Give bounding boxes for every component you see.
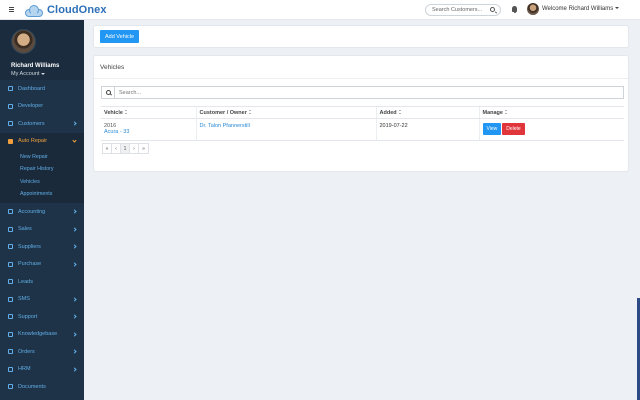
logo-text: CloudOnex (47, 3, 107, 16)
table-header-row: Vehicle Customer / Owner Added Manage (101, 106, 624, 119)
sort-icon (248, 110, 252, 114)
welcome-text: Welcome Richard Williams (542, 6, 614, 12)
sidebar-item-purchase[interactable]: Purchase (0, 256, 84, 274)
chevron-right-icon (72, 314, 77, 319)
chevron-down-icon (615, 7, 620, 10)
sidebar-item-dashboard[interactable]: Dashboard (0, 80, 84, 98)
sidebar-item-suppliers[interactable]: Suppliers (0, 238, 84, 256)
column-header-vehicle[interactable]: Vehicle (101, 106, 196, 119)
chevron-right-icon (72, 297, 77, 302)
column-header-added[interactable]: Added (375, 106, 479, 119)
book-icon (8, 331, 13, 337)
sidebar-item-orders[interactable]: Orders (0, 343, 84, 361)
sidebar-menu: Dashboard Developer Customers Auto Repai… (0, 80, 84, 396)
top-bar: CloudOnex Search Customers... Welcome Ri… (0, 0, 640, 20)
divider (94, 78, 628, 79)
chevron-down-icon (41, 72, 46, 75)
dashboard-icon (8, 86, 13, 92)
pager-next[interactable]: › (130, 144, 139, 153)
vehicle-link[interactable]: Acura - 33 (104, 129, 129, 135)
sort-icon (124, 110, 128, 114)
submenu-new-repair[interactable]: New Repair (0, 151, 84, 163)
pager-first[interactable]: « (103, 144, 112, 153)
sort-icon (504, 110, 508, 114)
vehicles-card: Vehicles Search... Vehicle Customer / Ow… (93, 55, 629, 172)
sidebar-item-developer[interactable]: Developer (0, 98, 84, 116)
chevron-right-icon (72, 121, 77, 126)
submenu-repair-history[interactable]: Repair History (0, 163, 84, 175)
table-search-placeholder: Search... (119, 89, 142, 96)
chevron-right-icon (72, 332, 77, 337)
column-header-owner[interactable]: Customer / Owner (195, 106, 376, 119)
delete-button[interactable]: Delete (502, 123, 525, 135)
customer-search-placeholder: Search Customers... (432, 7, 483, 13)
owner-link[interactable]: Dr. Talon Pfannerstill (200, 123, 250, 129)
table-row: 2016 Acura - 33 Dr. Talon Pfannerstill 2… (101, 118, 624, 141)
owner-cell: Dr. Talon Pfannerstill (195, 118, 376, 141)
app-logo[interactable]: CloudOnex (23, 3, 107, 17)
search-icon (102, 87, 115, 98)
sidebar-profile: Richard Williams My Account (0, 20, 84, 80)
code-icon (8, 103, 13, 109)
chevron-right-icon (72, 244, 77, 249)
chevron-right-icon (72, 349, 77, 354)
sidebar-item-support[interactable]: Support (0, 308, 84, 326)
sort-icon (398, 110, 402, 114)
pager-last[interactable]: » (139, 144, 148, 153)
user-avatar[interactable] (527, 3, 539, 15)
sidebar-item-customers[interactable]: Customers (0, 115, 84, 133)
search-icon[interactable] (490, 7, 495, 12)
cart-icon (8, 226, 13, 232)
bell-icon[interactable] (512, 6, 517, 13)
actions-card: Add Vehicle (93, 25, 629, 48)
bag-icon (8, 261, 13, 267)
chevron-down-icon (72, 137, 77, 143)
car-icon (8, 138, 13, 144)
sidebar-item-hrm[interactable]: HRM (0, 361, 84, 379)
bank-icon (8, 209, 13, 215)
users-icon (8, 121, 13, 127)
sidebar-item-knowledgebase[interactable]: Knowledgebase (0, 326, 84, 344)
menu-toggle-icon[interactable] (9, 7, 21, 12)
manage-cell: View Delete (478, 118, 624, 141)
user-menu[interactable]: Welcome Richard Williams (542, 6, 620, 12)
mail-icon (8, 296, 13, 302)
pagination: « ‹ 1 › » (102, 143, 149, 154)
pager-prev[interactable]: ‹ (112, 144, 121, 153)
lifebuoy-icon (8, 314, 13, 320)
profile-avatar[interactable] (11, 29, 36, 54)
chevron-right-icon (72, 227, 77, 232)
chevron-right-icon (72, 209, 77, 214)
profile-name: Richard Williams (11, 63, 60, 69)
added-cell: 2019-07-22 (375, 118, 479, 141)
user-plus-icon (8, 279, 13, 285)
add-vehicle-button[interactable]: Add Vehicle (100, 30, 139, 43)
list-icon (8, 349, 13, 355)
submenu-appointments[interactable]: Appointments (0, 188, 84, 200)
people-icon (8, 366, 13, 372)
sidebar-item-leads[interactable]: Leads (0, 273, 84, 291)
table-search-input[interactable]: Search... (101, 86, 624, 99)
pager-page-1[interactable]: 1 (121, 144, 130, 153)
file-icon (8, 384, 13, 390)
sidebar-item-accounting[interactable]: Accounting (0, 203, 84, 221)
submenu-vehicles[interactable]: Vehicles (0, 176, 84, 188)
sidebar-item-documents[interactable]: Documents (0, 378, 84, 396)
column-header-manage[interactable]: Manage (478, 106, 624, 119)
auto-repair-submenu: New Repair Repair History Vehicles Appoi… (0, 150, 84, 204)
sidebar-item-sales[interactable]: Sales (0, 221, 84, 239)
truck-icon (8, 244, 13, 250)
chevron-right-icon (72, 367, 77, 372)
cloud-icon (23, 3, 45, 17)
customer-search-input[interactable]: Search Customers... (425, 4, 501, 16)
chevron-right-icon (72, 262, 77, 267)
vehicles-table: Vehicle Customer / Owner Added Manage 20… (101, 106, 624, 141)
sidebar: Richard Williams My Account Dashboard De… (0, 20, 84, 400)
sidebar-item-auto-repair[interactable]: Auto Repair (0, 132, 84, 150)
card-title: Vehicles (100, 64, 125, 71)
sidebar-item-sms[interactable]: SMS (0, 291, 84, 309)
my-account-link[interactable]: My Account (11, 71, 46, 77)
view-button[interactable]: View (482, 123, 502, 135)
vehicle-cell: 2016 Acura - 33 (101, 118, 196, 141)
